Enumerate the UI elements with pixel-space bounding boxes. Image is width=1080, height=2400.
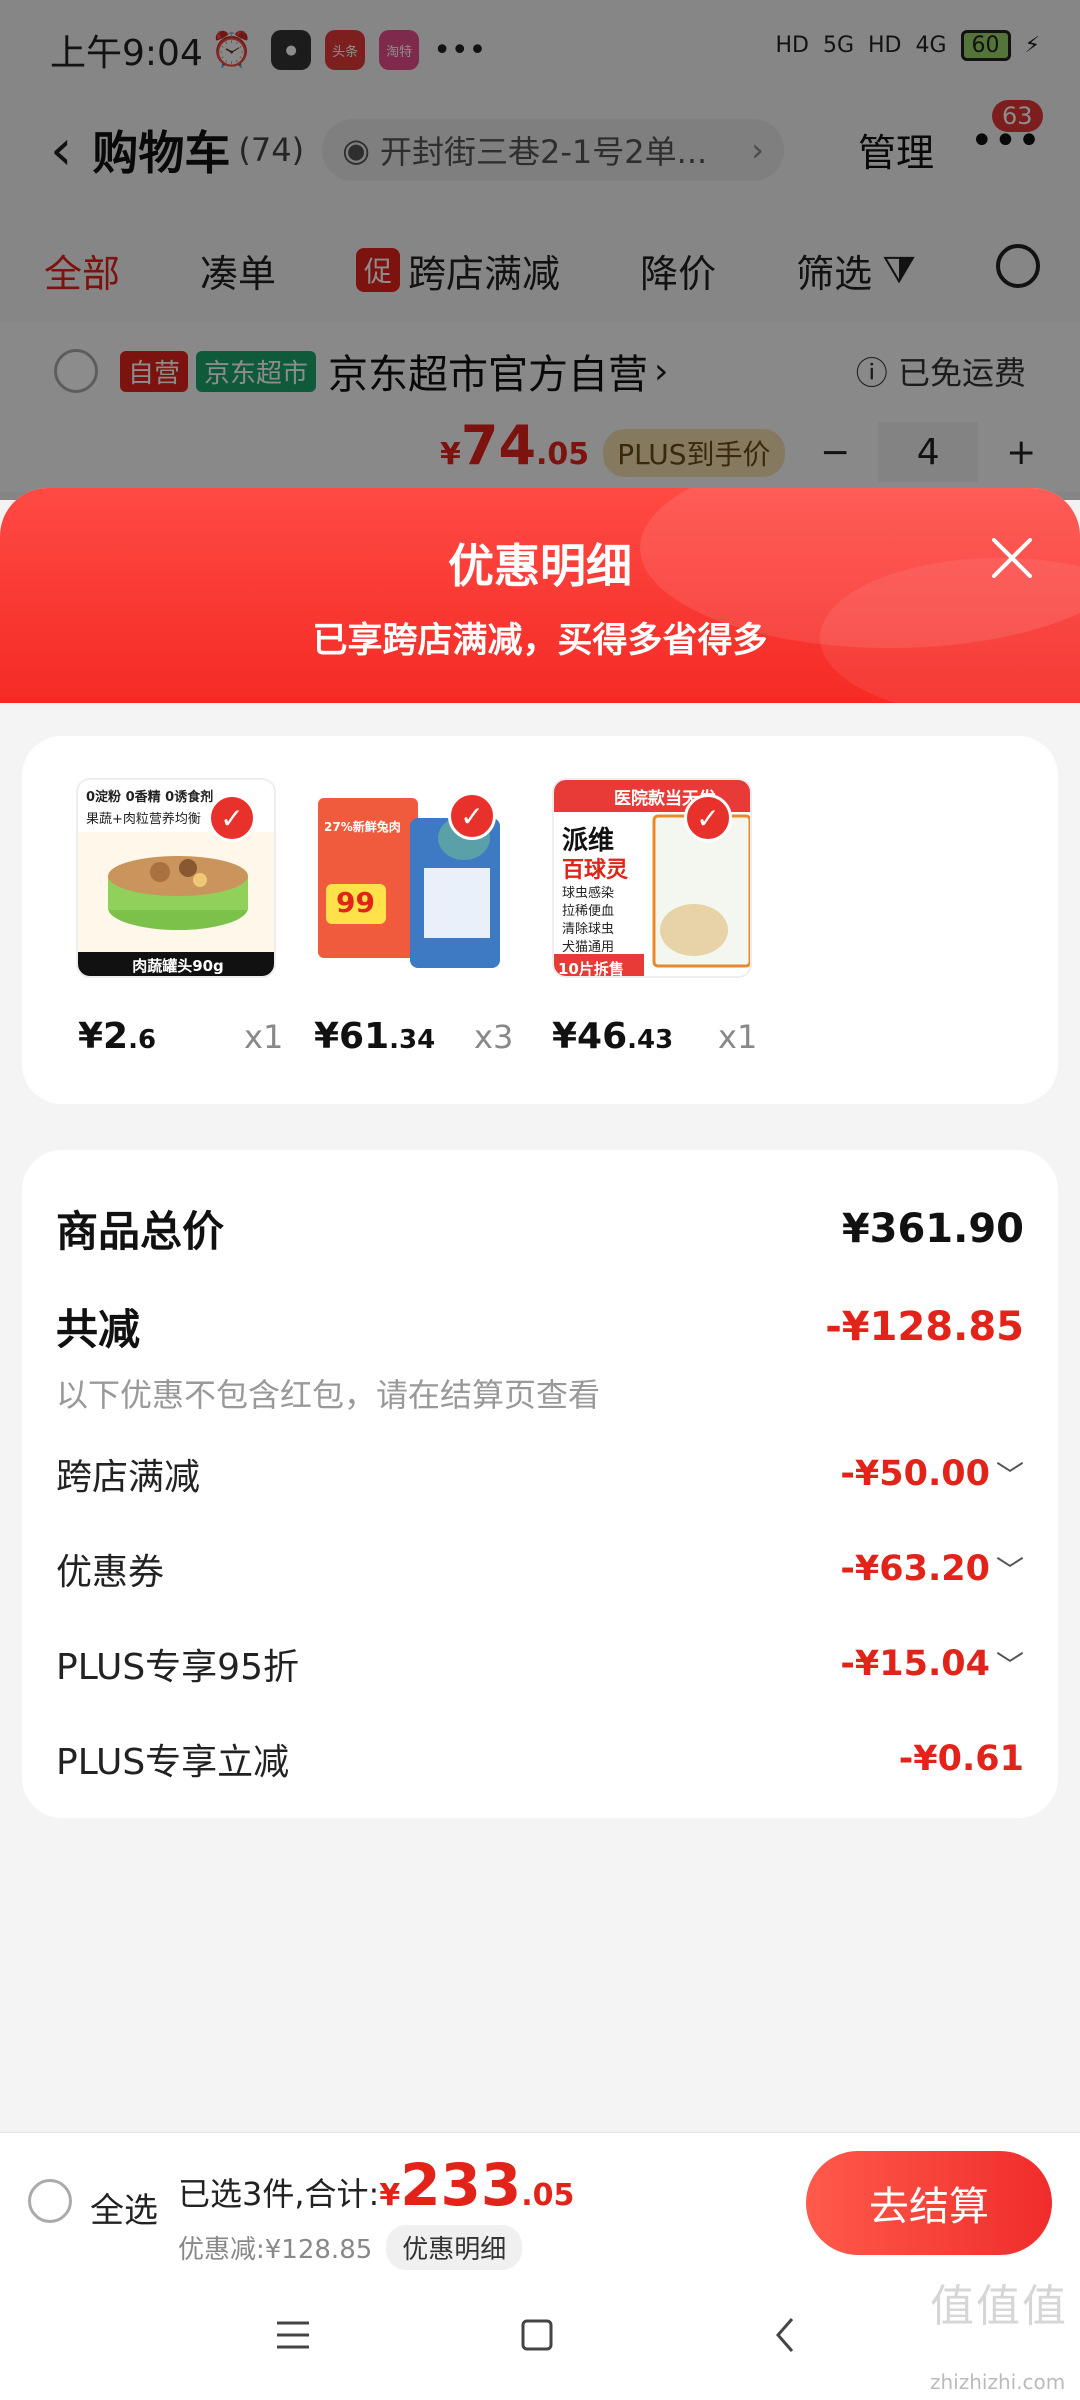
discount-row-cross-store[interactable]: 跨店满减 -¥50.00 ﹀ bbox=[56, 1448, 1024, 1500]
select-all-radio[interactable] bbox=[28, 2179, 72, 2223]
dim-overlay[interactable] bbox=[0, 0, 1080, 500]
total-reduce-row: 共减 -¥128.85 bbox=[56, 1296, 1024, 1357]
product-3-point-1: 球虫感染 bbox=[562, 886, 615, 901]
product-image-2[interactable]: 27%新鲜兔肉 99 ✓ bbox=[314, 778, 514, 978]
total-int: 233 bbox=[400, 2151, 522, 2219]
product-3-qty: x1 bbox=[718, 1018, 758, 1056]
discount-row-plus-instant: PLUS专享立减 -¥0.61 bbox=[56, 1733, 1024, 1785]
checkout-bar: 全选 已选3件,合计: ¥ 233 .05 优惠减:¥128.85 优惠明细 去… bbox=[0, 2132, 1080, 2270]
discount-label: 优惠券 bbox=[56, 1552, 165, 1593]
discount-value: -¥50.00 bbox=[840, 1454, 990, 1494]
product-3-caption: 10片拆售 bbox=[558, 960, 624, 978]
total-price-label: 商品总价 bbox=[56, 1207, 225, 1256]
product-image-1[interactable]: 0淀粉 0香精 0诱食剂 果蔬+肉粒营养均衡 肉蔬罐头90g ✓ bbox=[76, 778, 276, 978]
product-image-3[interactable]: 医院款当天发 派维 百球灵 球虫感染 拉稀便血 清除球虫 犬猫通用 10片拆售 … bbox=[552, 778, 752, 978]
product-3-price-int: ¥46 bbox=[552, 1016, 628, 1057]
total-price-value: ¥361.90 bbox=[841, 1205, 1024, 1252]
discount-note: 以下优惠不包含红包，请在结算页查看 bbox=[56, 1376, 601, 1414]
discount-value: -¥0.61 bbox=[898, 1739, 1024, 1779]
discount-detail-button[interactable]: 优惠明细 bbox=[386, 2225, 523, 2270]
sheet-header: 优惠明细 已享跨店满减，买得多省得多 bbox=[0, 488, 1080, 718]
chevron-down-icon: ﹀ bbox=[995, 1554, 1024, 1587]
select-all-label[interactable]: 全选 bbox=[90, 2183, 158, 2232]
discount-label: 跨店满减 bbox=[56, 1457, 201, 1498]
product-3-point-3: 清除球虫 bbox=[562, 922, 615, 937]
discount-row-plus-95[interactable]: PLUS专享95折 -¥15.04 ﹀ bbox=[56, 1638, 1024, 1690]
watermark-logo: 值值值 bbox=[930, 2281, 1068, 2332]
product-2-number: 99 bbox=[336, 886, 375, 919]
product-3-point-2: 拉稀便血 bbox=[562, 904, 615, 919]
product-3-sub: 百球灵 bbox=[562, 858, 629, 883]
discount-line: 优惠减:¥128.85 优惠明细 bbox=[178, 2225, 523, 2270]
chevron-down-icon: ﹀ bbox=[995, 1459, 1024, 1492]
product-1-caption: 肉蔬罐头90g bbox=[132, 957, 224, 975]
selected-check-icon: ✓ bbox=[208, 794, 256, 842]
discount-row-coupon[interactable]: 优惠券 -¥63.20 ﹀ bbox=[56, 1543, 1024, 1595]
product-2-price-int: ¥61 bbox=[314, 1016, 390, 1057]
product-2-text: 27%新鲜兔肉 bbox=[324, 820, 401, 834]
menu-icon[interactable] bbox=[258, 2300, 328, 2370]
selected-check-icon: ✓ bbox=[448, 792, 496, 840]
home-icon[interactable] bbox=[502, 2300, 572, 2370]
product-2-price-dec: .34 bbox=[389, 1025, 436, 1055]
back-nav-icon[interactable] bbox=[750, 2300, 820, 2370]
discount-detail-sheet: 优惠明细 已享跨店满减，买得多省得多 0淀粉 0香精 0诱食剂 果蔬+肉粒营养均… bbox=[0, 488, 1080, 2130]
product-1-sub: 果蔬+肉粒营养均衡 bbox=[86, 812, 201, 827]
total-reduce-label: 共减 bbox=[56, 1305, 141, 1354]
total-price-row: 商品总价 ¥361.90 bbox=[56, 1198, 1024, 1259]
system-nav-bar: 值值值 zhizhizhi.com bbox=[0, 2270, 1080, 2400]
product-1-price-dec: .6 bbox=[128, 1025, 157, 1055]
product-2-price: ¥61.34 bbox=[314, 1016, 435, 1057]
selected-text: 已选3件,合计: bbox=[178, 2175, 380, 2213]
product-1-price-int: ¥2 bbox=[78, 1016, 129, 1057]
close-icon[interactable] bbox=[988, 534, 1036, 582]
chevron-down-icon: ﹀ bbox=[995, 1649, 1024, 1682]
price-summary-card: 商品总价 ¥361.90 共减 -¥128.85 以下优惠不包含红包，请在结算页… bbox=[22, 1150, 1058, 1818]
product-1-qty: x1 bbox=[244, 1018, 284, 1056]
discount-value: -¥15.04 bbox=[840, 1644, 990, 1684]
products-card: 0淀粉 0香精 0诱食剂 果蔬+肉粒营养均衡 肉蔬罐头90g ✓ 27%新鲜兔肉… bbox=[22, 736, 1058, 1104]
selected-total: 已选3件,合计: ¥ 233 .05 bbox=[178, 2151, 574, 2219]
discount-value: -¥63.20 bbox=[840, 1549, 990, 1589]
discount-label: PLUS专享立减 bbox=[56, 1742, 290, 1783]
total-reduce-value: -¥128.85 bbox=[825, 1303, 1024, 1350]
product-1-price: ¥2.6 bbox=[78, 1016, 156, 1057]
product-3-point-4: 犬猫通用 bbox=[562, 940, 615, 955]
checkout-button[interactable]: 去结算 bbox=[806, 2151, 1052, 2255]
sheet-title: 优惠明细 bbox=[448, 539, 632, 593]
total-yen: ¥ bbox=[379, 2178, 401, 2213]
discount-label: PLUS专享95折 bbox=[56, 1647, 299, 1688]
discount-text: 优惠减:¥128.85 bbox=[178, 2235, 373, 2265]
sheet-subtitle: 已享跨店满减，买得多省得多 bbox=[312, 621, 768, 661]
watermark-url: zhizhizhi.com bbox=[930, 2370, 1066, 2394]
product-3-price: ¥46.43 bbox=[552, 1016, 673, 1057]
product-3-price-dec: .43 bbox=[627, 1025, 674, 1055]
total-dec: .05 bbox=[521, 2178, 575, 2213]
product-2-qty: x3 bbox=[474, 1018, 514, 1056]
selected-check-icon: ✓ bbox=[684, 794, 732, 842]
